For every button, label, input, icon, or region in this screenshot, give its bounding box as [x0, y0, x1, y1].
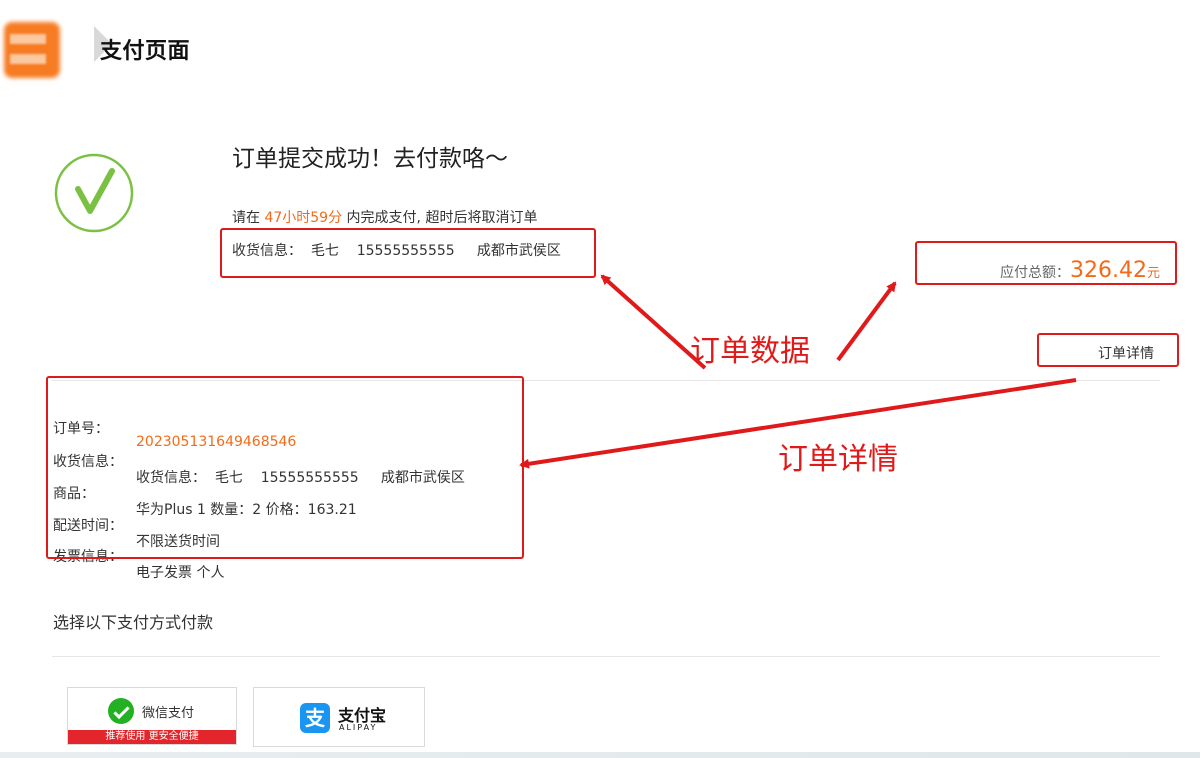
countdown-prefix: 请在	[232, 210, 260, 226]
success-check-icon	[54, 153, 134, 233]
total-label: 应付总额：	[1000, 265, 1070, 281]
alipay-sub-label: ALIPAY	[339, 723, 378, 732]
detail-row-invoice: 发票信息： 电子发票 个人	[53, 530, 224, 594]
divider	[52, 656, 1160, 657]
logo-block	[4, 22, 60, 78]
total-unit: 元	[1146, 266, 1160, 281]
countdown-time: 47小时59分	[264, 210, 343, 226]
detail-value: 电子发票 个人	[136, 565, 225, 581]
countdown-suffix: 内完成支付, 超时后将取消订单	[346, 210, 538, 226]
shipping-info: 收货信息： 毛七 15555555555 成都市武侯区	[232, 243, 561, 259]
page-title: 支付页面	[100, 39, 191, 64]
site-logo[interactable]	[0, 6, 66, 80]
order-number: 202305131649468546	[136, 434, 297, 450]
total-amount: 326.42	[1070, 258, 1147, 283]
total-amount-block: 应付总额：326.42元	[1000, 258, 1160, 283]
alipay-button[interactable]: 支 支付宝 ALIPAY	[253, 687, 425, 747]
wechat-pay-icon	[108, 698, 134, 724]
wechat-pay-content: 微信支付	[108, 698, 194, 724]
detail-value: 华为Plus 1 数量：2 价格：163.21	[136, 502, 357, 518]
order-details-button[interactable]: 订单详情	[1098, 343, 1154, 363]
annotation-arrow-to-total	[836, 281, 897, 362]
wechat-recommend-banner: 推荐使用 更安全便捷	[68, 730, 236, 744]
detail-value: 不限送货时间	[136, 534, 220, 550]
payment-countdown: 请在 47小时59分 内完成支付, 超时后将取消订单	[232, 207, 537, 227]
detail-label: 发票信息：	[53, 549, 123, 565]
detail-value: 收货信息： 毛七 15555555555 成都市武侯区	[136, 470, 465, 486]
logo-bar	[10, 34, 46, 44]
alipay-icon: 支	[300, 703, 330, 733]
wechat-pay-label: 微信支付	[142, 705, 195, 721]
bottom-edge	[0, 752, 1200, 758]
payment-page: 支付页面 订单提交成功！去付款咯～ 请在 47小时59分 内完成支付, 超时后将…	[0, 0, 1200, 758]
annotation-order-data: 订单数据	[690, 334, 810, 369]
annotation-overlay	[46, 228, 1179, 559]
wechat-pay-button[interactable]: 微信支付 推荐使用 更安全便捷	[67, 687, 237, 745]
success-title: 订单提交成功！去付款咯～	[232, 146, 508, 172]
annotation-order-details: 订单详情	[778, 442, 898, 477]
logo-bar	[10, 54, 46, 64]
divider	[52, 380, 1160, 381]
payment-method-prompt: 选择以下支付方式付款	[53, 613, 214, 632]
